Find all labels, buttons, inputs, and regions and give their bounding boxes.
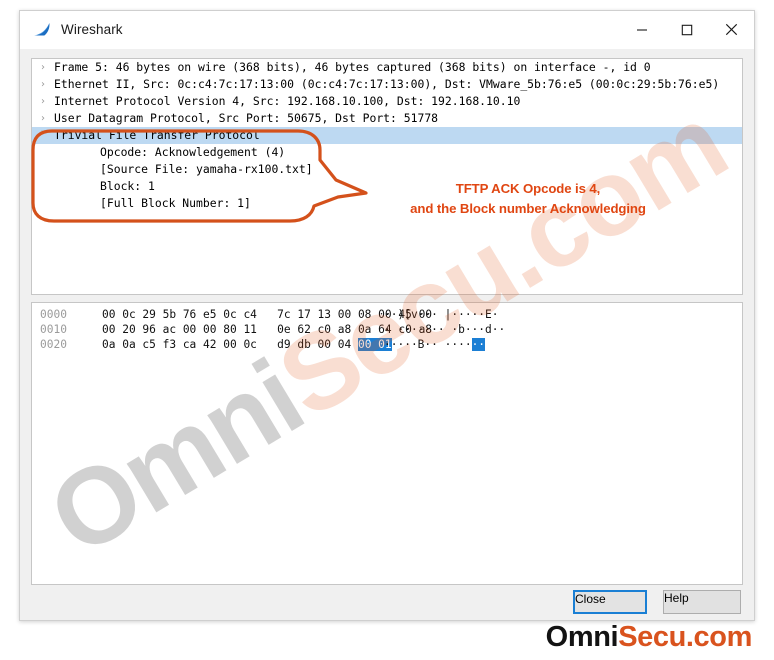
window-body: › Frame 5: 46 bytes on wire (368 bits), … [20, 49, 754, 620]
hex-row[interactable]: 0010 00 20 96 ac 00 00 80 11 0e 62 c0 a8… [32, 322, 742, 337]
hex-ascii: ··)[v··· |·····E· [368, 307, 499, 322]
tree-row-ethernet[interactable]: › Ethernet II, Src: 0c:c4:7c:17:13:00 (0… [32, 76, 742, 93]
tree-row-label: [Source File: yamaha-rx100.txt] [100, 162, 313, 176]
hex-bytes: 0a 0a c5 f3 ca 42 00 0c d9 db 00 04 00 0… [96, 337, 392, 352]
minimize-icon [636, 28, 647, 31]
hex-ascii-plain: ··)[v··· |·····E· [384, 308, 499, 321]
chevron-right-icon[interactable]: › [32, 93, 54, 110]
chevron-right-icon[interactable]: › [32, 110, 54, 127]
help-button[interactable]: Help [663, 590, 741, 614]
close-window-button[interactable] [709, 11, 754, 48]
packet-bytes-pane[interactable]: 0000 00 0c 29 5b 76 e5 0c c4 7c 17 13 00… [31, 302, 743, 585]
annotation-text: TFTP ACK Opcode is 4, and the Block numb… [378, 179, 678, 219]
annotation-line-2: and the Block number Acknowledging [410, 201, 646, 216]
packet-detail-pane[interactable]: › Frame 5: 46 bytes on wire (368 bits), … [31, 58, 743, 295]
titlebar-left-group: Wireshark [20, 22, 123, 37]
tree-row-label: Block: 1 [100, 179, 155, 193]
tree-row-label: Trivial File Transfer Protocol [54, 128, 260, 142]
hex-offset: 0010 [40, 323, 67, 336]
page-root: Wireshark › Frame 5: 46 bytes on wire (3… [0, 0, 774, 660]
tree-row-label: Opcode: Acknowledgement (4) [100, 145, 286, 159]
window-controls [619, 11, 754, 48]
minimize-button[interactable] [619, 11, 664, 48]
hex-ascii-selected: ·· [471, 338, 486, 351]
close-icon [725, 23, 738, 36]
window-titlebar: Wireshark [20, 11, 754, 49]
wireshark-window: Wireshark › Frame 5: 46 bytes on wire (3… [19, 10, 755, 621]
tree-row-label: Ethernet II, Src: 0c:c4:7c:17:13:00 (0c:… [54, 77, 720, 91]
tree-row-label: User Datagram Protocol, Src Port: 50675,… [54, 111, 439, 125]
tree-row-frame[interactable]: › Frame 5: 46 bytes on wire (368 bits), … [32, 59, 742, 76]
tree-row-label: Internet Protocol Version 4, Src: 192.16… [54, 94, 521, 108]
hex-row[interactable]: 0000 00 0c 29 5b 76 e5 0c c4 7c 17 13 00… [32, 307, 742, 322]
wireshark-shark-fin-icon [33, 22, 51, 37]
chevron-down-icon[interactable]: ˅ [32, 127, 54, 144]
tree-row-opcode[interactable]: Opcode: Acknowledgement (4) [32, 144, 742, 161]
tree-row-label: Frame 5: 46 bytes on wire (368 bits), 46… [54, 60, 651, 74]
hex-bytes: 00 20 96 ac 00 00 80 11 0e 62 c0 a8 0a 6… [96, 322, 432, 337]
close-button[interactable]: Close [573, 590, 647, 614]
tree-row-tftp[interactable]: ˅ Trivial File Transfer Protocol [32, 127, 742, 144]
hex-bytes-plain: 0a 0a c5 f3 ca 42 00 0c d9 db 00 04 [102, 338, 358, 351]
maximize-icon [681, 24, 692, 35]
brand-part2: Secu.com [618, 621, 752, 653]
chevron-right-icon[interactable]: › [32, 76, 54, 93]
window-title: Wireshark [61, 22, 123, 37]
dialog-footer: Close Help [20, 585, 754, 620]
tree-row-source-file[interactable]: [Source File: yamaha-rx100.txt] [32, 161, 742, 178]
hex-ascii-plain: · ······· ·b···d·· [384, 323, 506, 336]
chevron-right-icon[interactable]: › [32, 59, 54, 76]
hex-ascii: ·····B·· ······ [368, 337, 486, 352]
tree-row-label: [Full Block Number: 1] [100, 196, 251, 210]
omnisecu-brand: OmniSecu.com [545, 621, 753, 654]
hex-offset: 0000 [40, 308, 67, 321]
hex-ascii-plain: ·····B·· ···· [384, 338, 472, 351]
brand-part1: Omni [545, 621, 619, 653]
maximize-button[interactable] [664, 11, 709, 48]
annotation-line-1: TFTP ACK Opcode is 4, [455, 181, 601, 196]
hex-row[interactable]: 0020 0a 0a c5 f3 ca 42 00 0c d9 db 00 04… [32, 337, 742, 352]
hex-offset: 0020 [40, 338, 67, 351]
hex-bytes: 00 0c 29 5b 76 e5 0c c4 7c 17 13 00 08 0… [96, 307, 432, 322]
hex-ascii: · ······· ·b···d·· [368, 322, 505, 337]
tree-row-ipv4[interactable]: › Internet Protocol Version 4, Src: 192.… [32, 93, 742, 110]
tree-row-udp[interactable]: › User Datagram Protocol, Src Port: 5067… [32, 110, 742, 127]
